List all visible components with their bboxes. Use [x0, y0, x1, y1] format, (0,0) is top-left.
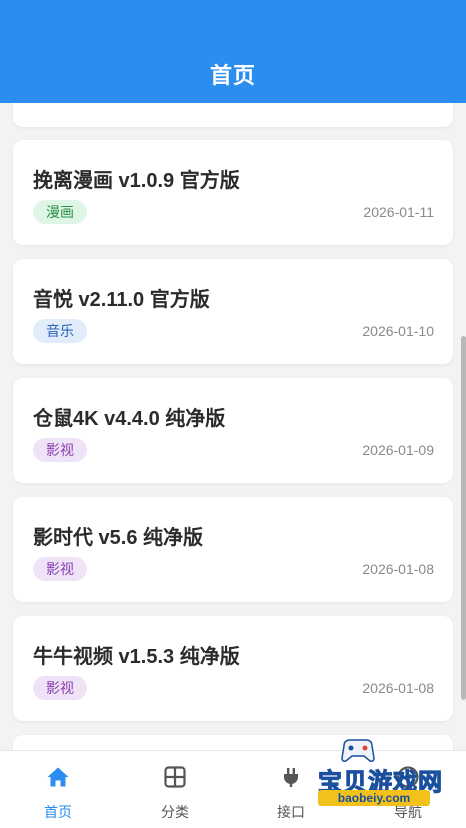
- list-item[interactable]: 影时代 v5.6 纯净版 影视 2026-01-08: [13, 497, 453, 602]
- plug-icon: [284, 768, 298, 787]
- category-tag: 漫画: [33, 200, 87, 224]
- app-title: 音悦 v2.11.0 官方版: [33, 289, 210, 311]
- category-tag: 影视: [33, 557, 87, 581]
- list-item-partial[interactable]: [13, 103, 453, 127]
- app-list[interactable]: 挽离漫画 v1.0.9 官方版 漫画 2026-01-11 音悦 v2.11.0…: [0, 103, 466, 750]
- category-tag: 影视: [33, 438, 87, 462]
- compass-icon: [397, 766, 419, 788]
- scrollbar[interactable]: [461, 336, 466, 700]
- list-item[interactable]: 仓鼠4K v4.4.0 纯净版 影视 2026-01-09: [13, 378, 453, 483]
- tab-label: 接口: [277, 804, 305, 820]
- tab-label: 首页: [44, 804, 72, 820]
- grid-icon: [164, 766, 186, 788]
- app-title: 仓鼠4K v4.4.0 纯净版: [33, 408, 226, 430]
- release-date: 2026-01-10: [362, 323, 434, 339]
- top-app-bar: 首页: [0, 0, 466, 103]
- list-item[interactable]: 音悦 v2.11.0 官方版 音乐 2026-01-10: [13, 259, 453, 364]
- release-date: 2026-01-09: [362, 442, 434, 458]
- release-date: 2026-01-08: [362, 680, 434, 696]
- bottom-tab-bar: 首页 分类 接口 导航: [0, 750, 466, 828]
- category-tag: 音乐: [33, 319, 87, 343]
- tab-home[interactable]: 首页: [0, 751, 116, 828]
- page-title: 首页: [209, 63, 256, 88]
- release-date: 2026-01-11: [363, 204, 434, 220]
- category-tag: 影视: [33, 676, 87, 700]
- list-item[interactable]: 挽离漫画 v1.0.9 官方版 漫画 2026-01-11: [13, 140, 453, 245]
- tab-label: 分类: [161, 804, 189, 820]
- app-title: 影时代 v5.6 纯净版: [33, 527, 204, 549]
- release-date: 2026-01-08: [362, 561, 434, 577]
- app-title: 牛牛视频 v1.5.3 纯净版: [33, 646, 240, 668]
- tab-label: 导航: [394, 804, 422, 820]
- tab-interface[interactable]: 接口: [233, 751, 349, 828]
- home-icon: [47, 767, 69, 787]
- list-item-partial[interactable]: [13, 735, 453, 750]
- app-title: 挽离漫画 v1.0.9 官方版: [33, 170, 240, 192]
- app-screen: 首页 挽离漫画 v1.0.9 官方版 漫画 2026-01-11 音悦 v2.1…: [0, 0, 466, 828]
- list-item[interactable]: 牛牛视频 v1.5.3 纯净版 影视 2026-01-08: [13, 616, 453, 721]
- tab-category[interactable]: 分类: [117, 751, 233, 828]
- tab-navigation[interactable]: 导航: [350, 751, 466, 828]
